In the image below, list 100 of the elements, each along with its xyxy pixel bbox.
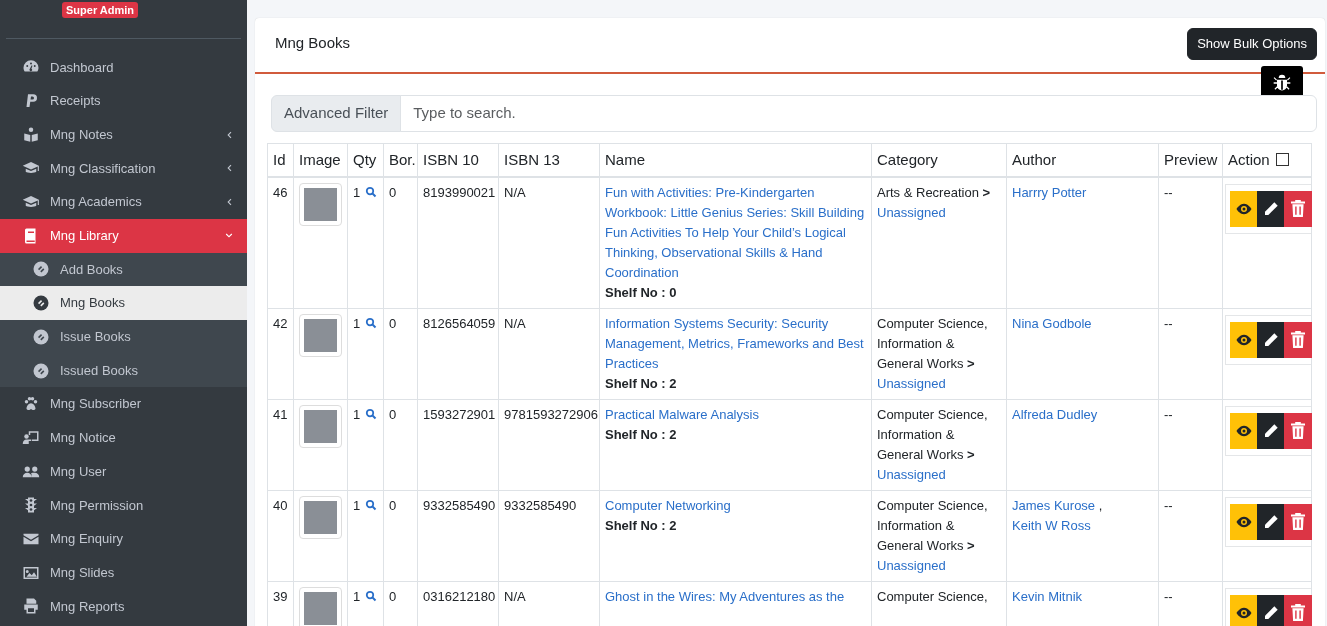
- author-link[interactable]: Keith W Ross: [1012, 517, 1091, 533]
- subcategory-link[interactable]: Unassigned: [877, 373, 1001, 394]
- table-cell: 0: [389, 497, 397, 513]
- view-button[interactable]: [1230, 594, 1258, 626]
- view-button[interactable]: [1230, 190, 1258, 227]
- column-header: Preview: [1158, 143, 1223, 177]
- book-title-link[interactable]: Practical Malware Analysis: [605, 404, 866, 425]
- sidebar-item[interactable]: Mng Notes: [0, 117, 247, 152]
- edit-button[interactable]: [1257, 190, 1285, 227]
- trash-icon: [1291, 331, 1305, 348]
- sidebar-item[interactable]: Receipts: [0, 84, 247, 118]
- sidebar-item[interactable]: Mng Reports: [0, 589, 247, 624]
- author-link[interactable]: Alfreda Dudley: [1012, 406, 1098, 422]
- search-icon[interactable]: [365, 316, 378, 329]
- author-link[interactable]: Harrry Potter: [1012, 184, 1087, 200]
- column-header: Bor.: [383, 143, 418, 177]
- search-icon[interactable]: [365, 589, 378, 602]
- select-all-checkbox[interactable]: [1275, 152, 1289, 166]
- trash-icon: [1291, 604, 1305, 621]
- sidebar-item[interactable]: Mng Permission: [0, 488, 247, 523]
- table-cell: 0: [389, 406, 397, 422]
- sidebar-item[interactable]: Mng Notice: [0, 421, 247, 455]
- caret-icon: [225, 197, 233, 208]
- view-button[interactable]: [1230, 321, 1258, 358]
- shelf-number: Shelf No : 2: [605, 425, 678, 444]
- table-cell: --: [1164, 497, 1173, 513]
- view-button[interactable]: [1230, 412, 1258, 449]
- subcategory-link[interactable]: Unassigned: [877, 202, 1001, 223]
- column-header: Id: [267, 143, 294, 177]
- bulk-options-button[interactable]: Show Bulk Options: [1187, 28, 1317, 60]
- table-cell: 0: [389, 184, 397, 200]
- search-icon[interactable]: [365, 407, 378, 420]
- table-cell: 39: [273, 588, 288, 604]
- edit-button[interactable]: [1257, 321, 1285, 358]
- sidebar-item[interactable]: Mng Books: [0, 286, 247, 320]
- sidebar-item[interactable]: Add Books: [0, 252, 247, 287]
- category-text: Arts & Recreation >: [877, 183, 992, 202]
- table-cell: 8126564059: [423, 315, 496, 331]
- edit-button[interactable]: [1257, 503, 1285, 540]
- delete-button[interactable]: [1284, 321, 1312, 358]
- trash-icon: [1291, 513, 1305, 530]
- filter-label[interactable]: Advanced Filter: [271, 95, 402, 132]
- sidebar-item[interactable]: Mng Enquiry: [0, 522, 247, 556]
- column-header: ISBN 13: [498, 143, 600, 177]
- category-text: Computer Science, Information & General Works >: [877, 314, 989, 373]
- view-button[interactable]: [1230, 503, 1258, 540]
- author-link[interactable]: Kevin Mitnik: [1012, 588, 1083, 604]
- delete-button[interactable]: [1284, 190, 1312, 227]
- pencil-icon: [1263, 604, 1279, 621]
- book-title-link[interactable]: Fun with Activities: Pre-Kindergarten Workbook: Little Genius Series: Skill Building Fun Activities To Help Your Child’s Logical Thinking, Observational Skills & Hand Coordination: [605, 182, 866, 283]
- table-cell: 9781593272906: [504, 406, 598, 422]
- table-cell: 9332585490: [423, 497, 496, 513]
- author-link[interactable]: James Kurose: [1012, 497, 1096, 513]
- search-field[interactable]: Type to search.: [400, 95, 1317, 132]
- column-header: Image: [293, 143, 348, 177]
- eye-icon: [1235, 605, 1253, 620]
- book-title-link[interactable]: Information Systems Security: Security Management, Metrics, Frameworks and Best Practices: [605, 313, 866, 374]
- sidebar-item[interactable]: Mng User: [0, 454, 247, 489]
- author-link[interactable]: Nina Godbole: [1012, 315, 1092, 331]
- sidebar-item[interactable]: Issue Books: [0, 320, 247, 354]
- table-cell: --: [1164, 406, 1173, 422]
- book-cover-placeholder: [299, 313, 342, 357]
- sidebar-item[interactable]: Dashboard: [0, 50, 247, 85]
- caret-icon: [225, 129, 233, 140]
- subcategory-link[interactable]: Unassigned: [877, 464, 1001, 485]
- presentation-icon: [20, 428, 42, 447]
- eye-icon: [1235, 423, 1253, 438]
- delete-button[interactable]: [1284, 412, 1312, 449]
- pencil-icon: [1263, 331, 1279, 348]
- book-title-link[interactable]: Computer Networking: [605, 495, 866, 516]
- search-icon[interactable]: [365, 185, 378, 198]
- sidebar-item[interactable]: Mng Library: [0, 218, 247, 253]
- sidebar-item[interactable]: Mng Academics: [0, 185, 247, 219]
- separator-text: ,: [1098, 497, 1103, 513]
- column-header: ISBN 10: [417, 143, 499, 177]
- sidebar-item[interactable]: Mng Slides: [0, 555, 247, 590]
- bug-icon: [1272, 72, 1292, 93]
- edit-button[interactable]: [1257, 594, 1285, 626]
- table-cell: 1: [353, 406, 361, 422]
- table-cell: 42: [273, 315, 288, 331]
- table-cell: --: [1164, 588, 1173, 604]
- table-cell: 1593272901: [423, 406, 496, 422]
- delete-button[interactable]: [1284, 503, 1312, 540]
- category-text: Computer Science, Information & General Works >: [877, 405, 989, 464]
- pencil-icon: [1263, 422, 1279, 439]
- eye-icon: [1235, 201, 1253, 216]
- table-cell: 0: [389, 315, 397, 331]
- sidebar-item[interactable]: Mng Subscriber: [0, 387, 247, 422]
- table-cell: 1: [353, 497, 361, 513]
- table-cell: 0: [389, 588, 397, 604]
- search-icon[interactable]: [365, 498, 378, 511]
- edit-button[interactable]: [1257, 412, 1285, 449]
- trash-icon: [1291, 422, 1305, 439]
- subcategory-link[interactable]: Unassigned: [877, 555, 1001, 576]
- delete-button[interactable]: [1284, 594, 1312, 626]
- shelf-number: Shelf No : 0: [605, 283, 678, 302]
- sidebar-item[interactable]: Issued Books: [0, 353, 247, 388]
- role-badge: Super Admin: [62, 2, 139, 18]
- book-cover-placeholder: [299, 182, 342, 226]
- sidebar-item[interactable]: Mng Classification: [0, 151, 247, 186]
